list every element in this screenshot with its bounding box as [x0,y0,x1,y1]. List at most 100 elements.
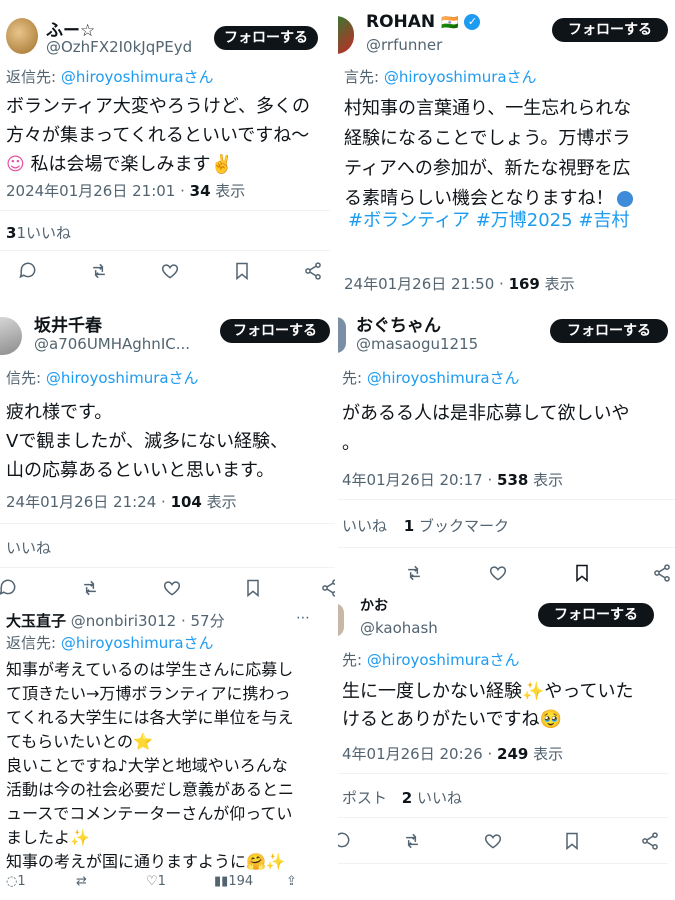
tweet-header: 大玉直子 @nonbiri3012 · 57分 [6,610,225,631]
avatar[interactable] [6,18,38,54]
avatar[interactable] [338,16,354,54]
like-stat[interactable]: いいね [6,537,51,558]
reply-context: 返信先: @hiroyoshimuraさん [6,68,214,86]
tweet-text-line: 。 [342,433,360,454]
user-handle[interactable]: @kaohash [360,619,438,637]
view-count: 34 [189,182,211,200]
reply-context: 返信先: @hiroyoshimuraさん [6,634,214,652]
tweet-text-line: 生に一度しかない経験✨やっていた [342,681,634,702]
share-icon[interactable]: ⇪ [286,874,297,889]
follow-button[interactable]: フォローする [214,26,318,50]
bookmark-icon[interactable] [572,563,592,583]
repost-icon[interactable] [402,831,422,851]
user-handle[interactable]: @masaogu1215 [356,335,478,353]
tweet-panel-1: ふー☆ @OzhFX2I0kJqPEyd フォローする 返信先: @hiroyo… [0,0,330,300]
like-icon[interactable] [483,831,503,851]
like-stat[interactable]: いいね [342,517,387,535]
avatar[interactable] [338,603,344,637]
like-icon[interactable] [160,261,180,281]
divider [338,863,668,864]
tweet-text-line: 村知事の言葉通り、一生忘れられな [344,98,632,119]
display-name[interactable]: かお [360,595,388,615]
tweet-text-line: ュースでコメンテーターさんが仰ってい [6,804,293,823]
repost-icon[interactable] [89,261,109,281]
share-icon[interactable] [652,563,672,583]
divider [338,547,675,548]
follow-button[interactable]: フォローする [538,603,654,627]
share-icon[interactable] [640,831,660,851]
view-count: 104 [170,493,202,511]
verified-badge-icon: ✓ [464,14,481,30]
share-icon[interactable] [320,578,335,598]
reply-target-link[interactable]: @hiroyoshimuraさん [61,634,214,652]
tweet-text-line: 知事の考えが国に通りますように🤗✨ [6,852,286,871]
reply-context: 言先: @hiroyoshimuraさん [344,68,537,86]
follow-button[interactable]: フォローする [552,18,668,42]
avatar[interactable] [0,317,22,355]
tweet-text-line: 経験になることでしょう。万博ボラ [344,128,631,149]
tweet-text-line: ティアへの参加が、新たな視野を広 [344,158,631,179]
like-icon[interactable] [162,578,182,598]
divider [338,499,675,500]
tweet-text-line: 知事が考えているのは学生さんに応募し [6,660,294,679]
follow-button[interactable]: フォローする [550,319,668,343]
reply-target-link[interactable]: @hiroyoshimuraさん [384,68,537,86]
view-count: 249 [497,745,529,763]
tweet-panel-4: おぐちゃん @masaogu1215 フォローする 先: @hiroyoshim… [338,305,675,595]
repost-icon[interactable] [404,563,424,583]
like-stat[interactable]: 2 いいね [402,789,462,807]
reply-icon[interactable] [18,261,38,281]
share-icon[interactable] [303,261,323,281]
tweet-text-line: Vで観ましたが、滅多にない経験、 [6,431,288,452]
display-name[interactable]: ROHAN 🇮🇳 ✓ [366,12,481,32]
follow-button[interactable]: フォローする [220,319,330,343]
repost-stat[interactable]: ポスト [342,789,387,807]
reply-icon[interactable] [338,831,352,851]
smile-emoji-icon: ☺ [6,154,25,175]
reply-context: 信先: @hiroyoshimuraさん [6,369,199,387]
hashtags[interactable]: #ボランティア #万博2025 #吉村 [348,206,629,235]
avatar[interactable] [338,317,346,353]
reply-target-link[interactable]: @hiroyoshimuraさん [367,651,520,669]
display-name[interactable]: 坂井千春 [34,311,102,336]
reply-icon[interactable] [0,578,18,598]
display-name[interactable]: 大玉直子 [6,612,66,630]
user-handle[interactable]: @a706UMHAghnIC... [34,335,190,353]
tweet-text-line: 活動は今の社会必要だし意義があるとニ [6,780,295,799]
display-name[interactable]: おぐちゃん [356,311,441,336]
like-stat[interactable]: 31いいね [6,222,71,243]
reply-target-link[interactable]: @hiroyoshimuraさん [46,369,199,387]
reply-target-link[interactable]: @hiroyoshimuraさん [61,68,214,86]
reply-count[interactable]: ◌1 [6,874,26,889]
bookmark-icon[interactable] [232,261,252,281]
divider [0,210,330,211]
like-icon[interactable] [488,563,508,583]
tweet-text-line: 山の応募あるといいと思います。 [6,460,275,481]
bookmark-stat[interactable]: 1 ブックマーク [404,517,509,535]
view-count[interactable]: ▮▮194 [214,874,253,889]
divider [338,773,668,774]
tweet-timestamp: 2024年01月26日 21:01 · 34 表示 [6,182,246,200]
tweet-text-line: 疲れ様です。 [6,402,113,423]
user-handle[interactable]: @rrfunner [366,36,442,54]
repost-icon[interactable]: ⇄ [76,874,87,889]
user-handle[interactable]: @nonbiri3012 · 57分 [71,612,225,630]
like-count[interactable]: ♡1 [146,874,166,889]
more-options-icon[interactable]: ⋯ [296,610,310,626]
tweet-panel-6: かお @kaohash フォローする 先: @hiroyoshimuraさん 生… [338,595,675,900]
reply-context: 先: @hiroyoshimuraさん [342,651,520,669]
tweet-text-line: ましたよ✨ [6,828,90,847]
bookmark-icon[interactable] [243,578,263,598]
divider [0,250,330,251]
tweet-text-line: 方々が集まってくれるといいですね～ [6,125,310,146]
tweet-text-line: ボランティア大変やろうけど、多くの [6,96,311,117]
reply-target-link[interactable]: @hiroyoshimuraさん [367,369,520,387]
repost-icon[interactable] [80,578,100,598]
divider [0,567,335,568]
reply-context: 先: @hiroyoshimuraさん [342,369,520,387]
user-handle[interactable]: @OzhFX2I0kJqPEyd [46,38,192,56]
tweet-panel-3: 坂井千春 @a706UMHAghnIC... フォローする 信先: @hiroy… [0,305,335,585]
bookmark-icon[interactable] [562,831,582,851]
tweet-timestamp: 4年01月26日 20:26 · 249 表示 [342,745,564,763]
tweet-panel-2: ROHAN 🇮🇳 ✓ @rrfunner フォローする 言先: @hiroyos… [338,0,675,305]
